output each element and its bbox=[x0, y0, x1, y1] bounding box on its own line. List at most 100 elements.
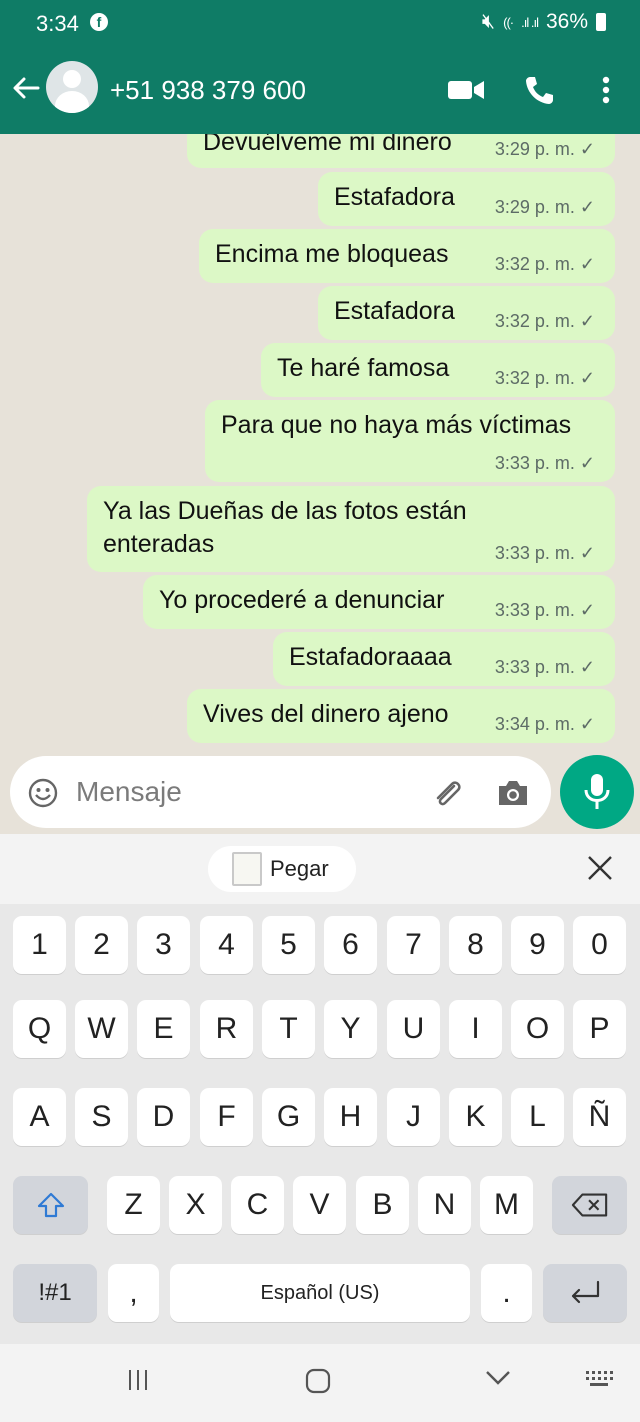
status-bar: 3:34 f 🔇︎ ((· .ıl .ıl 36% bbox=[0, 0, 640, 48]
key[interactable]: J bbox=[387, 1088, 440, 1146]
battery-level: 36% bbox=[545, 10, 588, 33]
key[interactable]: Y bbox=[324, 1000, 377, 1058]
key[interactable]: 8 bbox=[449, 916, 502, 974]
recent-apps-icon[interactable] bbox=[126, 1368, 150, 1392]
key[interactable]: 9 bbox=[511, 916, 564, 974]
message-time: 3:33 p. m. ✓ bbox=[494, 453, 595, 473]
message-bubble[interactable]: Te haré famosa 3:32 p. m. ✓ bbox=[261, 343, 615, 397]
chat-header: +51 938 379 600 bbox=[0, 48, 640, 134]
message-text: Estafadora bbox=[334, 183, 455, 211]
key[interactable]: R bbox=[200, 1000, 253, 1058]
battery-icon bbox=[596, 13, 606, 31]
enter-icon bbox=[571, 1280, 600, 1304]
attach-icon[interactable] bbox=[430, 776, 464, 810]
key[interactable]: S bbox=[75, 1088, 128, 1146]
key[interactable]: 3 bbox=[137, 916, 190, 974]
message-text: Para que no haya más víctimas bbox=[221, 411, 572, 439]
key[interactable]: K bbox=[449, 1088, 502, 1146]
paste-label: Pegar bbox=[270, 856, 329, 881]
key[interactable]: V bbox=[293, 1176, 346, 1234]
key[interactable]: M bbox=[480, 1176, 533, 1234]
enter-key[interactable] bbox=[543, 1264, 627, 1322]
key[interactable]: 1 bbox=[13, 916, 66, 974]
key[interactable]: D bbox=[137, 1088, 190, 1146]
backspace-icon bbox=[571, 1193, 607, 1217]
key[interactable]: H bbox=[324, 1088, 377, 1146]
period-key[interactable]: . bbox=[481, 1264, 532, 1322]
hide-keyboard-icon[interactable] bbox=[484, 1368, 512, 1388]
system-navigation-bar bbox=[0, 1344, 640, 1422]
key[interactable]: X bbox=[169, 1176, 222, 1234]
sent-check-icon: ✓ bbox=[579, 543, 595, 563]
key[interactable]: F bbox=[200, 1088, 253, 1146]
key[interactable]: I bbox=[449, 1000, 502, 1058]
key[interactable]: 5 bbox=[262, 916, 315, 974]
message-list[interactable]: Devuélveme mi dinero 3:29 p. m. ✓ Estafa… bbox=[0, 134, 640, 834]
keyboard-switch-icon[interactable] bbox=[584, 1368, 614, 1390]
backspace-key[interactable] bbox=[552, 1176, 627, 1234]
key[interactable]: N bbox=[418, 1176, 471, 1234]
message-text: Te haré famosa bbox=[277, 354, 450, 382]
emoji-icon[interactable] bbox=[28, 778, 58, 808]
voice-call-icon[interactable] bbox=[522, 74, 556, 106]
message-input[interactable] bbox=[76, 772, 416, 812]
message-bubble[interactable]: Devuélveme mi dinero 3:29 p. m. ✓ bbox=[187, 134, 615, 168]
status-time: 3:34 bbox=[36, 11, 79, 36]
contact-avatar[interactable] bbox=[46, 61, 98, 113]
voice-message-button[interactable] bbox=[560, 755, 634, 829]
key[interactable]: Z bbox=[107, 1176, 160, 1234]
message-bubble[interactable]: Encima me bloqueas 3:32 p. m. ✓ bbox=[199, 229, 615, 283]
key[interactable]: C bbox=[231, 1176, 284, 1234]
message-bubble[interactable]: Estafadora 3:29 p. m. ✓ bbox=[318, 172, 615, 226]
message-text: Estafadoraaaa bbox=[289, 643, 452, 671]
paste-chip[interactable]: Pegar bbox=[208, 846, 356, 892]
message-bubble[interactable]: Estafadora 3:32 p. m. ✓ bbox=[318, 286, 615, 340]
camera-icon[interactable] bbox=[496, 778, 530, 808]
message-bubble[interactable]: Estafadoraaaa 3:33 p. m. ✓ bbox=[273, 632, 615, 686]
key[interactable]: 2 bbox=[75, 916, 128, 974]
more-options-icon[interactable] bbox=[592, 74, 620, 106]
key[interactable]: U bbox=[387, 1000, 440, 1058]
microphone-icon bbox=[584, 774, 610, 809]
key[interactable]: 4 bbox=[200, 916, 253, 974]
keyboard: Pegar 1 2 3 4 5 6 7 8 9 0 Q W E R T Y U … bbox=[0, 834, 640, 1422]
back-arrow-icon[interactable] bbox=[10, 72, 42, 104]
signal-icon: .ıl .ıl bbox=[521, 14, 539, 30]
close-icon[interactable] bbox=[586, 854, 614, 882]
message-text: Encima me bloqueas bbox=[215, 240, 449, 268]
key[interactable]: 7 bbox=[387, 916, 440, 974]
space-key[interactable]: Español (US) bbox=[170, 1264, 470, 1322]
key[interactable]: A bbox=[13, 1088, 66, 1146]
message-time: 3:29 p. m. ✓ bbox=[494, 139, 595, 159]
message-time: 3:34 p. m. ✓ bbox=[494, 714, 595, 734]
key[interactable]: W bbox=[75, 1000, 128, 1058]
sent-check-icon: ✓ bbox=[579, 368, 595, 388]
video-call-icon[interactable] bbox=[446, 74, 486, 106]
status-icons: 🔇︎ ((· .ıl .ıl 36% bbox=[482, 10, 606, 34]
sent-check-icon: ✓ bbox=[579, 657, 595, 677]
key[interactable]: 0 bbox=[573, 916, 626, 974]
message-bubble[interactable]: Ya las Dueñas de las fotos están enterad… bbox=[87, 486, 615, 572]
message-bubble[interactable]: Para que no haya más víctimas 3:33 p. m.… bbox=[205, 400, 615, 482]
sent-check-icon: ✓ bbox=[579, 254, 595, 274]
message-bubble[interactable]: Yo procederé a denunciar 3:33 p. m. ✓ bbox=[143, 575, 615, 629]
home-icon[interactable] bbox=[305, 1368, 331, 1394]
message-bubble[interactable]: Vives del dinero ajeno 3:34 p. m. ✓ bbox=[187, 689, 615, 743]
key[interactable]: G bbox=[262, 1088, 315, 1146]
key[interactable]: T bbox=[262, 1000, 315, 1058]
symbols-key[interactable]: !#1 bbox=[13, 1264, 97, 1322]
key[interactable]: P bbox=[573, 1000, 626, 1058]
shift-key[interactable] bbox=[13, 1176, 88, 1234]
key[interactable]: E bbox=[137, 1000, 190, 1058]
key[interactable]: L bbox=[511, 1088, 564, 1146]
key[interactable]: B bbox=[356, 1176, 409, 1234]
comma-key[interactable]: , bbox=[108, 1264, 159, 1322]
key[interactable]: Ñ bbox=[573, 1088, 626, 1146]
contact-name[interactable]: +51 938 379 600 bbox=[110, 75, 306, 106]
message-time: 3:32 p. m. ✓ bbox=[494, 254, 595, 274]
mute-icon: 🔇︎ bbox=[481, 10, 496, 33]
key[interactable]: Q bbox=[13, 1000, 66, 1058]
clipboard-icon bbox=[232, 852, 262, 886]
key[interactable]: 6 bbox=[324, 916, 377, 974]
key[interactable]: O bbox=[511, 1000, 564, 1058]
